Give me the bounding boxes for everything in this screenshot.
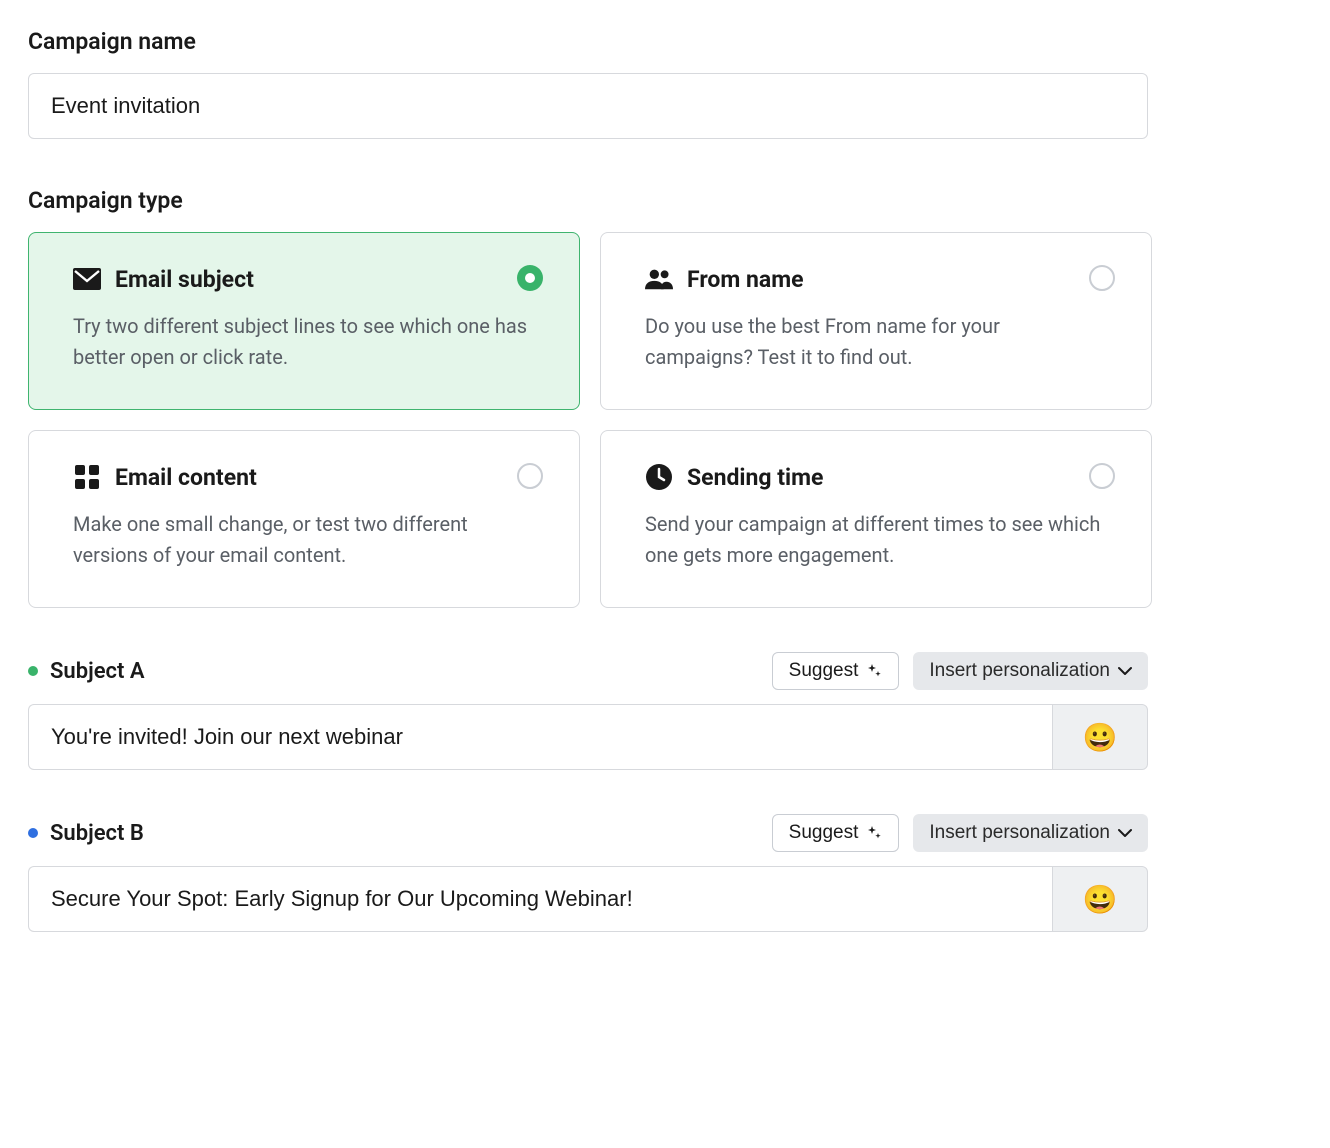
subject-b-section: Subject B Suggest Insert personalization bbox=[28, 814, 1148, 932]
card-header: Email content bbox=[73, 463, 535, 491]
dot-green-icon bbox=[28, 666, 38, 676]
campaign-name-input[interactable] bbox=[28, 73, 1148, 139]
emoji-button-a[interactable]: 😀 bbox=[1052, 704, 1148, 770]
card-title: From name bbox=[687, 266, 804, 293]
emoji-icon: 😀 bbox=[1083, 883, 1118, 916]
subject-a-buttons: Suggest Insert personalization bbox=[772, 652, 1148, 690]
radio-selected-icon bbox=[517, 265, 543, 291]
card-header: Sending time bbox=[645, 463, 1107, 491]
card-title: Email content bbox=[115, 464, 257, 491]
subject-a-label-wrap: Subject A bbox=[28, 659, 145, 684]
suggest-label: Suggest bbox=[789, 660, 859, 682]
subject-a-input-row: 😀 bbox=[28, 704, 1148, 770]
subject-a-input[interactable] bbox=[28, 704, 1052, 770]
subject-b-input-row: 😀 bbox=[28, 866, 1148, 932]
card-desc: Do you use the best From name for your c… bbox=[645, 311, 1107, 373]
suggest-label: Suggest bbox=[789, 822, 859, 844]
radio-unselected-icon bbox=[1089, 463, 1115, 489]
dot-blue-icon bbox=[28, 828, 38, 838]
personalize-label: Insert personalization bbox=[929, 660, 1110, 682]
insert-personalization-button-a[interactable]: Insert personalization bbox=[913, 652, 1148, 690]
chevron-down-icon bbox=[1118, 828, 1132, 838]
type-card-from-name[interactable]: From name Do you use the best From name … bbox=[600, 232, 1152, 410]
campaign-type-section: Campaign type Email subject Try two diff… bbox=[28, 187, 1302, 608]
subject-b-label: Subject B bbox=[50, 821, 144, 846]
type-card-email-subject[interactable]: Email subject Try two different subject … bbox=[28, 232, 580, 410]
type-card-email-content[interactable]: Email content Make one small change, or … bbox=[28, 430, 580, 608]
emoji-button-b[interactable]: 😀 bbox=[1052, 866, 1148, 932]
card-title: Email subject bbox=[115, 266, 254, 293]
suggest-button-a[interactable]: Suggest bbox=[772, 652, 900, 690]
sparkle-icon bbox=[866, 825, 882, 841]
subject-a-section: Subject A Suggest Insert personalization bbox=[28, 652, 1148, 770]
emoji-icon: 😀 bbox=[1083, 721, 1118, 754]
card-desc: Send your campaign at different times to… bbox=[645, 509, 1107, 571]
campaign-type-label: Campaign type bbox=[28, 187, 1302, 214]
card-header: From name bbox=[645, 265, 1107, 293]
card-title: Sending time bbox=[687, 464, 823, 491]
subject-b-input[interactable] bbox=[28, 866, 1052, 932]
radio-unselected-icon bbox=[517, 463, 543, 489]
grid-icon bbox=[73, 463, 101, 491]
subject-b-buttons: Suggest Insert personalization bbox=[772, 814, 1148, 852]
subject-a-label: Subject A bbox=[50, 659, 145, 684]
card-desc: Make one small change, or test two diffe… bbox=[73, 509, 535, 571]
campaign-name-section: Campaign name bbox=[28, 28, 1302, 139]
subject-b-header: Subject B Suggest Insert personalization bbox=[28, 814, 1148, 852]
suggest-button-b[interactable]: Suggest bbox=[772, 814, 900, 852]
subject-b-label-wrap: Subject B bbox=[28, 821, 144, 846]
card-desc: Try two different subject lines to see w… bbox=[73, 311, 535, 373]
campaign-type-grid: Email subject Try two different subject … bbox=[28, 232, 1152, 608]
insert-personalization-button-b[interactable]: Insert personalization bbox=[913, 814, 1148, 852]
envelope-icon bbox=[73, 265, 101, 293]
type-card-sending-time[interactable]: Sending time Send your campaign at diffe… bbox=[600, 430, 1152, 608]
people-icon bbox=[645, 265, 673, 293]
card-header: Email subject bbox=[73, 265, 535, 293]
chevron-down-icon bbox=[1118, 666, 1132, 676]
subject-a-header: Subject A Suggest Insert personalization bbox=[28, 652, 1148, 690]
personalize-label: Insert personalization bbox=[929, 822, 1110, 844]
radio-unselected-icon bbox=[1089, 265, 1115, 291]
campaign-name-label: Campaign name bbox=[28, 28, 1302, 55]
sparkle-icon bbox=[866, 663, 882, 679]
clock-icon bbox=[645, 463, 673, 491]
